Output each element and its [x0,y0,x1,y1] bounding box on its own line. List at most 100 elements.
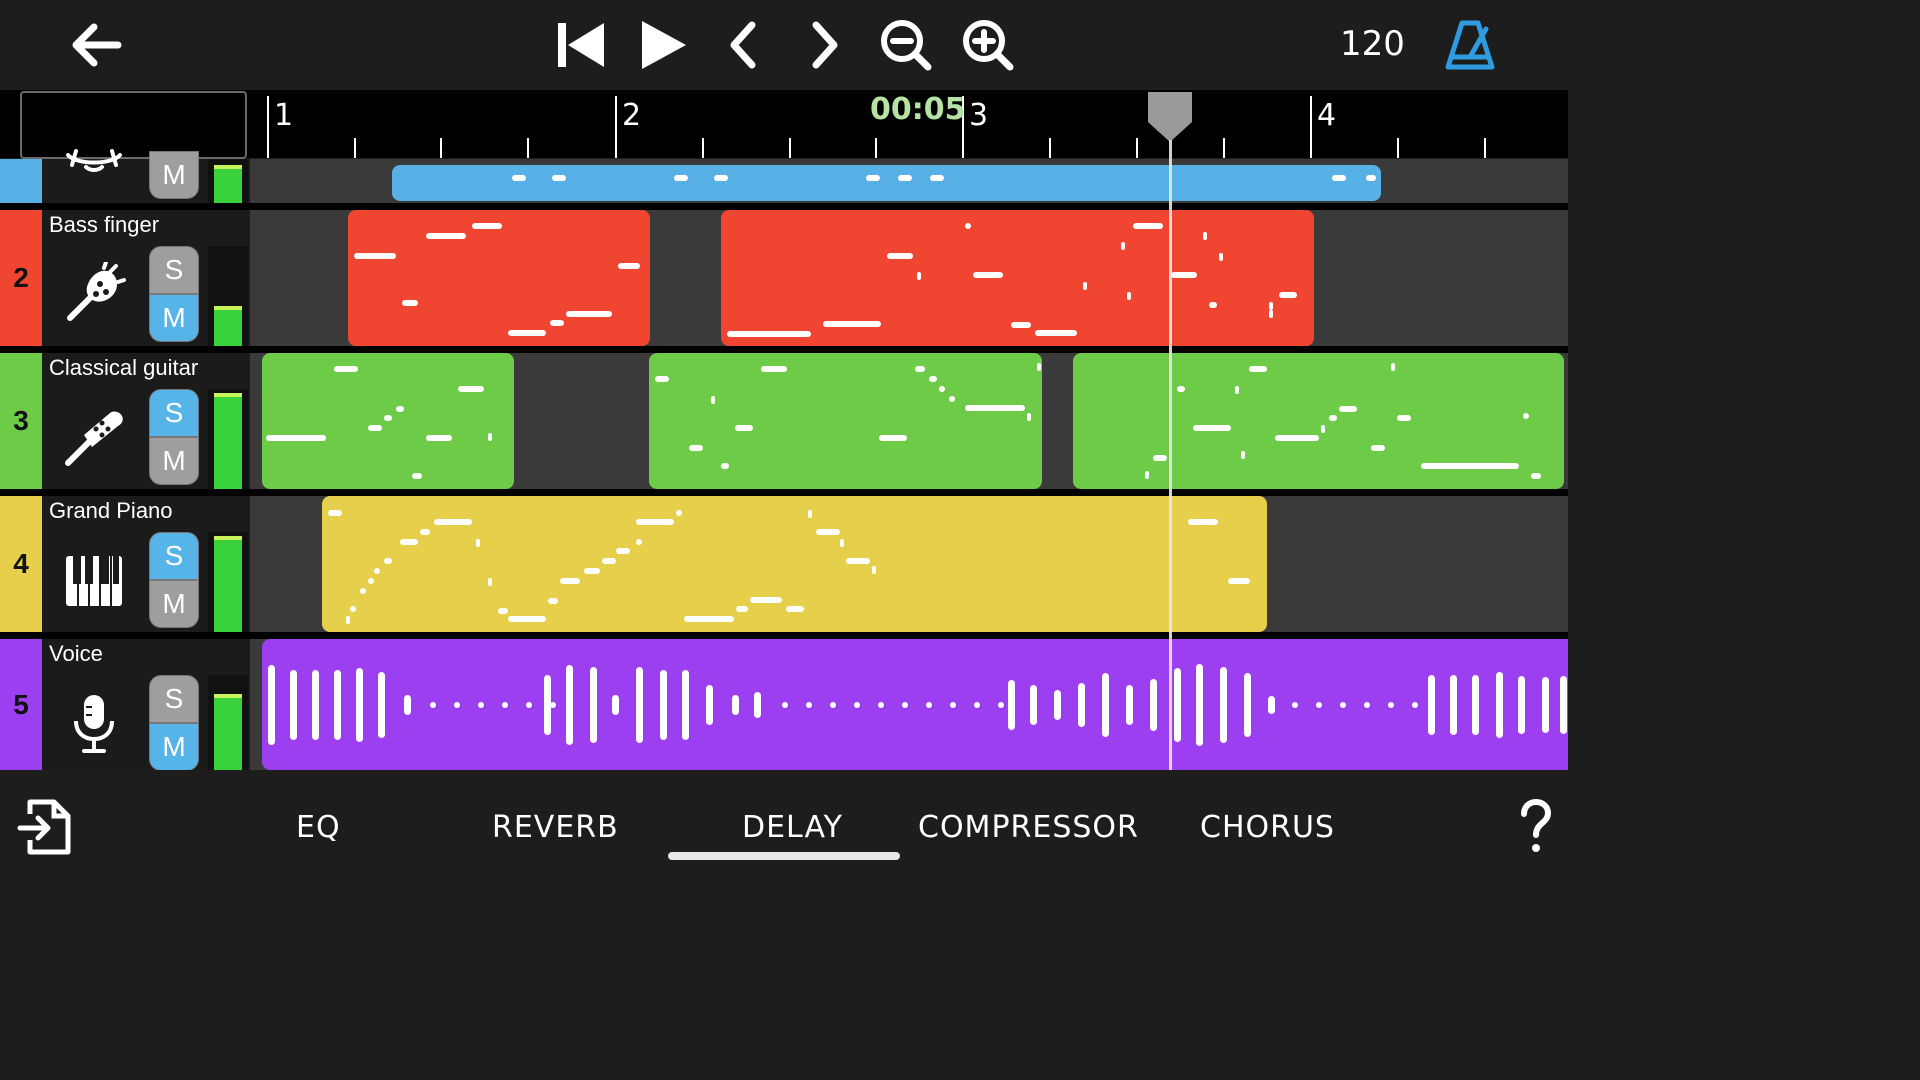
midi-clip[interactable] [348,210,650,346]
zoom-in-icon [963,20,1014,71]
waveform-bar [612,694,619,715]
waveform-dot [1292,701,1298,708]
previous-button[interactable] [714,15,774,75]
track-name: Grand Piano [49,498,173,523]
waveform-bar [1078,682,1085,727]
tab-reverb[interactable]: REVERB [492,810,619,845]
solo-button[interactable]: S [149,389,199,437]
waveform-dot [830,701,836,708]
zoom-out-button[interactable] [876,15,936,75]
level-meter [208,675,248,770]
waveform-bar [1150,678,1157,731]
waveform-bar [1174,667,1181,742]
track-separator [0,203,1568,210]
mute-button[interactable]: M [149,723,199,771]
track-name: Classical guitar [49,355,199,380]
waveform-dot [854,701,860,708]
waveform-dot [902,701,908,708]
waveform-bar [268,664,275,745]
bar-number: 1 [274,98,294,133]
track-separator [0,489,1568,496]
zoom-in-button[interactable] [958,15,1018,75]
waveform-dot [806,701,812,708]
metronome-button[interactable] [1440,15,1500,75]
level-meter [208,389,248,489]
top-toolbar: 120 [0,0,1568,90]
tab-compressor[interactable]: COMPRESSOR [918,810,1139,845]
solo-button[interactable]: S [149,532,199,580]
playhead-handle[interactable] [1146,90,1194,144]
play-button[interactable] [632,15,692,75]
waveform-bar [1472,674,1479,735]
skip-to-start-button[interactable] [550,15,610,75]
arrow-left-icon [72,23,122,67]
waveform-bar [1196,663,1203,746]
track-separator [0,346,1568,353]
chevron-left-icon [730,21,756,69]
midi-clip[interactable] [262,353,514,489]
waveform-bar [356,667,363,742]
track-lane[interactable] [250,159,1568,203]
waveform-bar [290,669,297,740]
track-number: 3 [0,353,42,489]
metronome-icon [1445,20,1495,70]
bar-number: 2 [622,98,642,133]
audio-clip[interactable] [262,639,1568,770]
back-button[interactable] [66,15,126,75]
solo-button[interactable]: S [149,675,199,723]
mute-button[interactable]: M [149,294,199,342]
waveform-bar [1518,675,1525,734]
tab-chorus[interactable]: CHORUS [1200,810,1335,845]
tab-eq[interactable]: EQ [296,810,341,845]
waveform-dot [550,701,556,708]
help-button[interactable] [1506,796,1566,856]
waveform-dot [454,701,460,708]
track-lane[interactable] [250,639,1568,770]
track-lane[interactable] [250,353,1568,489]
level-meter [208,159,248,203]
waveform-bar [1450,674,1457,735]
question-mark-icon [1521,798,1552,852]
waveform-dot [1388,701,1394,708]
effects-bar: EQ REVERB DELAY COMPRESSOR CHORUS [0,770,1568,882]
waveform-dot [526,701,532,708]
level-meter [208,246,248,346]
midi-clip[interactable] [1073,353,1564,489]
waveform-bar [566,664,573,745]
waveform-bar [1428,674,1435,735]
waveform-bar [1560,675,1567,734]
waveform-dot [974,701,980,708]
midi-clip[interactable] [392,165,1381,201]
waveform-dot [430,701,436,708]
midi-clip[interactable] [649,353,1042,489]
track-lane[interactable] [250,210,1568,346]
midi-clip[interactable] [322,496,1267,632]
tempo-display[interactable]: 120 [1340,24,1405,64]
waveform-bar [334,669,341,740]
solo-button[interactable]: S [149,246,199,294]
mute-button[interactable]: M [149,151,199,199]
current-time: 00:05 [870,92,966,127]
mute-button[interactable]: M [149,580,199,628]
waveform-bar [660,669,667,740]
midi-clip[interactable] [721,210,1314,346]
track-header: Voice S M [42,639,250,771]
bar-number: 3 [969,98,989,133]
waveform-bar [754,691,761,718]
drum-icon [66,149,122,172]
waveform-bar [404,694,411,715]
track-name-box[interactable] [20,91,247,159]
next-button[interactable] [794,15,854,75]
waveform-bar [1008,679,1015,730]
track-lane[interactable] [250,496,1568,632]
tab-delay[interactable]: DELAY [742,810,843,845]
piano-icon [66,556,122,606]
mute-button[interactable]: M [149,437,199,485]
track-3: 3 Classical guitar S M [0,353,1568,489]
zoom-out-icon [881,20,932,71]
export-button[interactable] [16,796,76,856]
track-header: Grand Piano S M [42,496,250,632]
waveform-bar [1126,684,1133,725]
file-import-icon [17,799,71,855]
waveform-dot [1340,701,1346,708]
